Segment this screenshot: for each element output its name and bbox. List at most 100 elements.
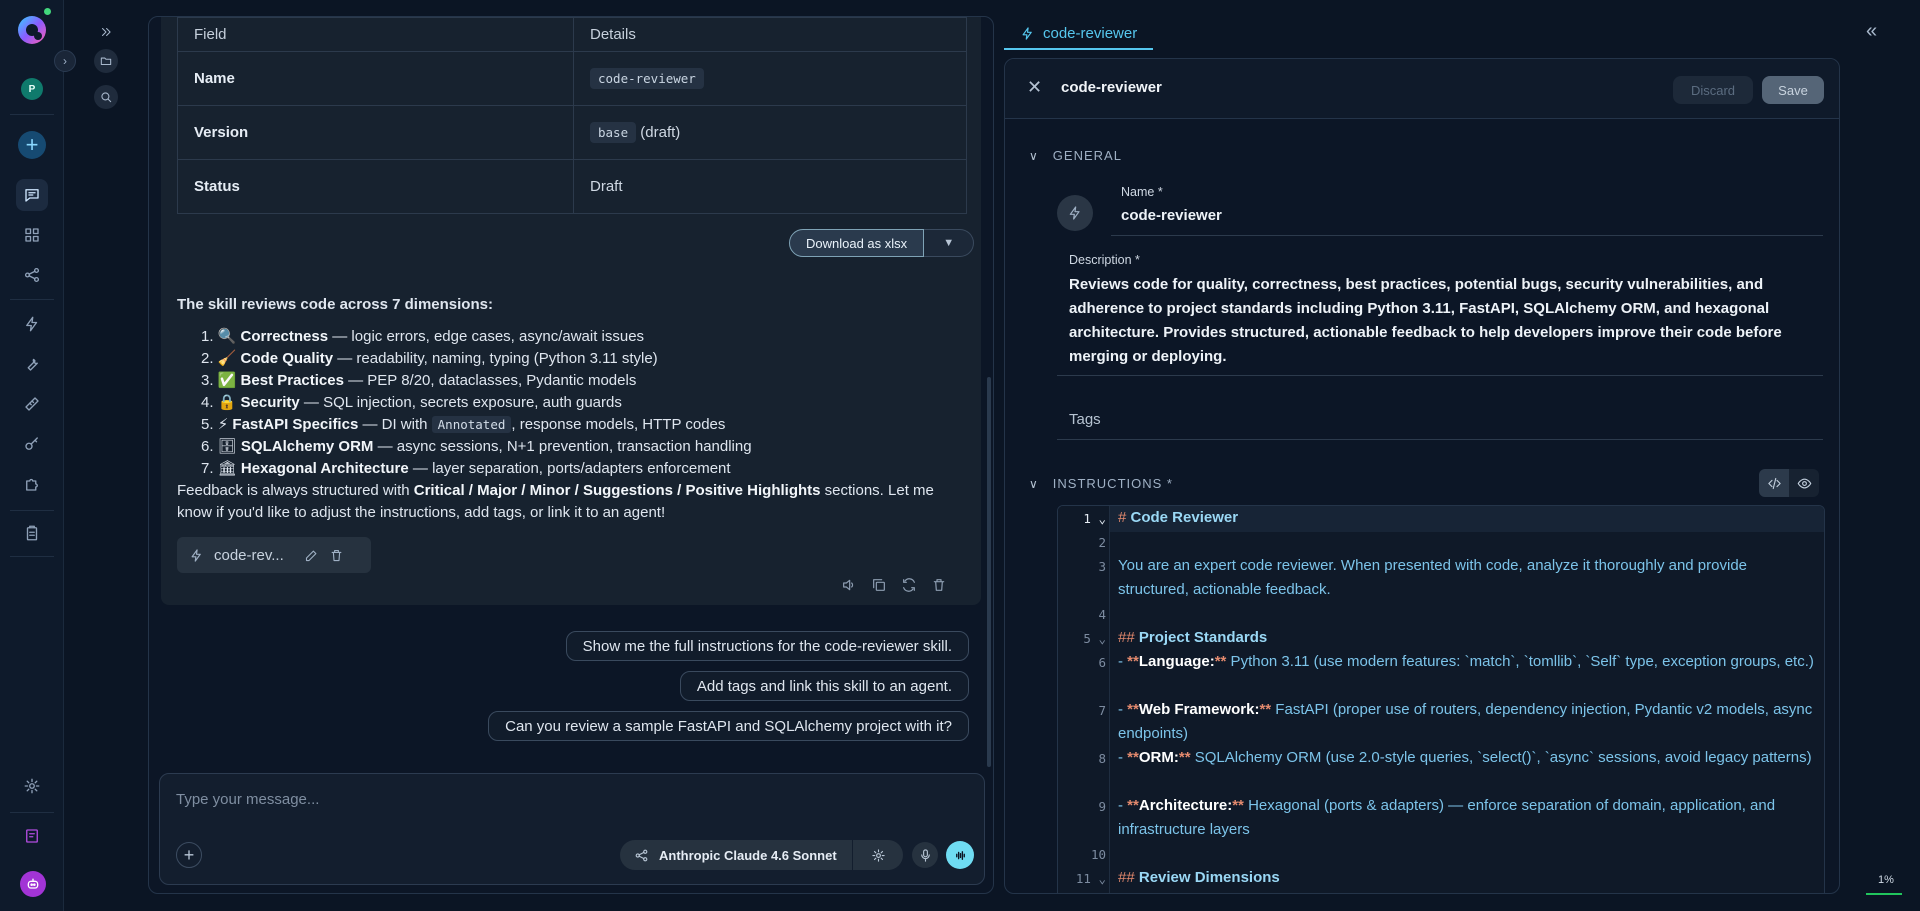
save-button[interactable]: Save <box>1762 76 1824 104</box>
section-general-toggle[interactable]: ∨ GENERAL <box>1029 148 1122 163</box>
chat-icon[interactable] <box>16 179 48 211</box>
suggestion-chip[interactable]: Show me the full instructions for the co… <box>565 631 969 661</box>
avatar[interactable]: P <box>21 78 43 100</box>
divider <box>1057 375 1823 376</box>
app-sidebar: P + <box>0 0 64 911</box>
list-number: 2. <box>201 350 214 367</box>
divider <box>10 812 54 813</box>
tags-field[interactable]: Tags <box>1069 411 1101 428</box>
bolt-icon[interactable] <box>16 308 48 340</box>
puzzle-icon[interactable] <box>16 468 48 500</box>
download-split-button: Download as xlsx ▼ <box>789 229 975 257</box>
suggestion-chip[interactable]: Can you review a sample FastAPI and SQLA… <box>488 711 969 741</box>
dimension-desc: — logic errors, edge cases, async/await … <box>328 328 645 345</box>
edit-icon[interactable] <box>304 548 319 563</box>
model-selector[interactable]: Anthropic Claude 4.6 Sonnet <box>620 840 852 870</box>
inline-code: code-reviewer <box>590 68 704 89</box>
bolt-icon <box>1069 206 1080 220</box>
table-cell-field: Version <box>177 105 574 160</box>
section-title: INSTRUCTIONS * <box>1052 476 1173 491</box>
collapse-panel-icon[interactable]: « <box>1866 20 1877 43</box>
table-cell-field: Name <box>177 51 574 106</box>
microphone-button[interactable] <box>912 842 938 868</box>
list-number: 3. <box>201 372 214 389</box>
assistant-message: Field Details Name code-reviewer Version… <box>161 17 981 605</box>
skill-attachment-chip[interactable]: code-rev... <box>177 537 371 573</box>
regenerate-icon[interactable] <box>901 577 917 593</box>
list-item: 6. 🗄 SQLAlchemy ORM — async sessions, N+… <box>201 436 967 458</box>
divider <box>10 556 54 557</box>
voice-mode-button[interactable] <box>946 841 974 869</box>
line-number: 5 ⌄ <box>1083 631 1106 646</box>
suggestion-chip[interactable]: Add tags and link this skill to an agent… <box>679 671 969 701</box>
grid-icon[interactable] <box>16 219 48 251</box>
table-cell-details: Draft <box>573 159 967 214</box>
instructions-editor[interactable]: 1 ⌄ 2 3 4 5 ⌄ 6 7 8 9 10 11 ⌄ # Code Rev… <box>1057 505 1825 893</box>
tab-code-reviewer[interactable]: code-reviewer <box>1004 18 1154 50</box>
dimension-title: Best Practices <box>240 372 344 389</box>
bot-icon[interactable] <box>20 871 46 897</box>
new-chat-button[interactable]: + <box>18 131 46 159</box>
check-emoji-icon: ✅ <box>217 372 237 389</box>
name-field[interactable]: code-reviewer <box>1121 207 1222 224</box>
share-graph-icon[interactable] <box>16 259 48 291</box>
search-icon[interactable] <box>94 85 118 109</box>
app-logo[interactable] <box>16 14 48 46</box>
description-field[interactable]: Reviews code for quality, correctness, b… <box>1069 273 1809 369</box>
chevron-down-icon[interactable]: ▼ <box>924 229 975 257</box>
line-number: 9 <box>1098 799 1106 814</box>
table-header-cell: Details <box>573 17 967 52</box>
table-row: Status Draft <box>177 159 967 214</box>
description-label: Description * <box>1069 253 1140 267</box>
line-number: 8 <box>1098 751 1106 766</box>
dimension-title: SQLAlchemy ORM <box>240 438 374 455</box>
list-number: 7. <box>201 460 214 477</box>
list-item: 2. 🧹 Code Quality — readability, naming,… <box>201 348 967 370</box>
bolt-icon <box>1022 26 1032 40</box>
dimension-title: Hexagonal Architecture <box>240 460 409 477</box>
code-view-icon[interactable] <box>1759 469 1789 497</box>
copy-icon[interactable] <box>871 577 887 593</box>
ruler-icon[interactable] <box>16 388 48 420</box>
message-actions <box>841 577 947 593</box>
model-name: Anthropic Claude 4.6 Sonnet <box>659 847 837 863</box>
waveform-icon <box>955 850 965 860</box>
model-settings-button[interactable] <box>853 840 903 870</box>
dimension-list: 1. 🔍 Correctness — logic errors, edge ca… <box>177 326 967 480</box>
wrench-icon[interactable] <box>16 348 48 380</box>
discard-button[interactable]: Discard <box>1673 76 1753 104</box>
editor-header: ✕ code-reviewer Discard Save <box>1005 59 1839 119</box>
list-item: 7. 🏛 Hexagonal Architecture — layer sepa… <box>201 458 967 480</box>
attach-button[interactable]: + <box>176 842 202 868</box>
skill-icon-picker[interactable] <box>1057 195 1093 231</box>
trash-icon[interactable] <box>931 577 947 593</box>
chevron-right-icon[interactable]: › <box>54 50 76 72</box>
divider <box>10 510 54 511</box>
trash-icon[interactable] <box>329 548 344 563</box>
list-item: 3. ✅ Best Practices — PEP 8/20, dataclas… <box>201 370 967 392</box>
close-icon[interactable]: ✕ <box>1027 77 1042 98</box>
folder-icon[interactable] <box>94 49 118 73</box>
chevron-down-icon: ∨ <box>1029 476 1039 491</box>
key-icon[interactable] <box>16 428 48 460</box>
section-instructions-toggle[interactable]: ∨ INSTRUCTIONS * <box>1029 476 1173 491</box>
clipboard-icon[interactable] <box>16 517 48 549</box>
line-number: 2 <box>1098 535 1106 550</box>
expand-panel-icon[interactable] <box>94 20 118 44</box>
download-xlsx-button[interactable]: Download as xlsx <box>789 229 925 257</box>
list-number: 4. <box>201 394 214 411</box>
settings-icon[interactable] <box>16 770 48 802</box>
notebook-icon[interactable] <box>16 820 48 852</box>
feedback-note: Feedback is always structured with Criti… <box>177 480 967 524</box>
dimension-title: Correctness <box>240 328 329 345</box>
message-input[interactable] <box>176 788 956 810</box>
line-number: 3 <box>1098 559 1106 574</box>
dimension-desc: — SQL injection, secrets exposure, auth … <box>299 394 622 411</box>
dimension-desc: — DI with <box>358 416 432 433</box>
speaker-icon[interactable] <box>841 577 857 593</box>
chat-scrollbar[interactable] <box>987 377 991 767</box>
progress-percent: 1% <box>1878 874 1894 886</box>
eye-icon[interactable] <box>1789 469 1819 497</box>
code-line: ## Project Standards <box>1118 629 1268 646</box>
message-body: The skill reviews code across 7 dimensio… <box>177 294 967 524</box>
